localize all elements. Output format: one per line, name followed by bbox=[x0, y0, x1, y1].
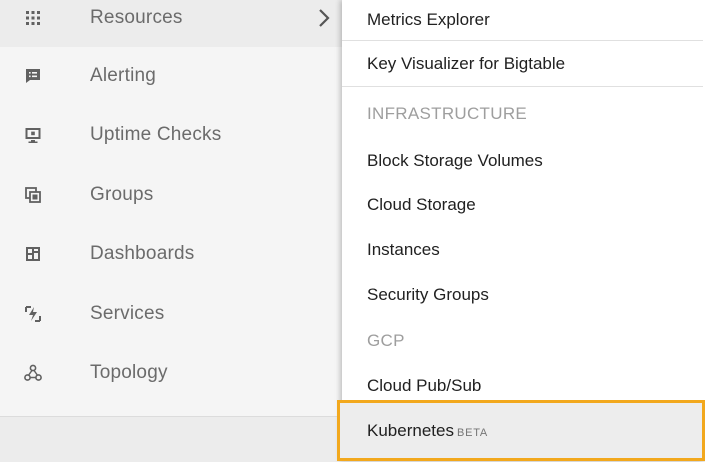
sidebar-item-services[interactable]: Services bbox=[0, 284, 345, 343]
menu-item-kubernetes[interactable]: Kubernetes BETA bbox=[337, 400, 705, 461]
menu-item-label: Cloud Storage bbox=[367, 195, 476, 214]
menu-heading-gcp: GCP bbox=[367, 331, 405, 350]
sidebar-item-dashboards[interactable]: Dashboards bbox=[0, 224, 345, 283]
menu-item-label: Key Visualizer for Bigtable bbox=[367, 53, 566, 73]
sidebar-footer bbox=[0, 416, 345, 462]
menu-item-instances[interactable]: Instances bbox=[342, 228, 703, 272]
beta-badge: BETA bbox=[456, 426, 489, 439]
menu-item-label: Security Groups bbox=[367, 285, 489, 304]
monitor-icon bbox=[23, 125, 43, 145]
menu-item-security-groups[interactable]: Security Groups bbox=[342, 273, 703, 317]
menu-item-label: Cloud Pub/Sub bbox=[367, 376, 482, 395]
alert-message-icon bbox=[23, 66, 43, 86]
sidebar-item-resources[interactable]: Resources bbox=[0, 0, 345, 47]
menu-divider bbox=[342, 86, 703, 87]
sidebar-item-label: Groups bbox=[90, 183, 154, 205]
sidebar-item-label: Alerting bbox=[90, 64, 157, 86]
sidebar-item-alerting[interactable]: Alerting bbox=[0, 46, 345, 105]
menu-item-label: Kubernetes bbox=[367, 420, 454, 440]
sidebar-item-groups[interactable]: Groups bbox=[0, 165, 345, 224]
sidebar-item-label: Dashboards bbox=[90, 242, 195, 264]
sidebar-item-label: Resources bbox=[90, 6, 183, 28]
sidebar-item-label: Topology bbox=[90, 361, 168, 383]
sidebar-item-label: Uptime Checks bbox=[90, 123, 222, 145]
services-icon bbox=[23, 304, 43, 324]
menu-item-key-visualizer[interactable]: Key Visualizer for Bigtable bbox=[342, 41, 703, 86]
chevron-right-icon bbox=[314, 7, 334, 29]
menu-heading-infrastructure: INFRASTRUCTURE bbox=[367, 104, 528, 123]
menu-item-label: Block Storage Volumes bbox=[367, 151, 543, 170]
sidebar-item-uptime-checks[interactable]: Uptime Checks bbox=[0, 105, 345, 164]
dashboard-icon bbox=[23, 244, 43, 264]
menu-item-cloud-storage[interactable]: Cloud Storage bbox=[342, 183, 703, 227]
topology-icon bbox=[23, 363, 43, 383]
menu-item-label: Metrics Explorer bbox=[367, 10, 490, 29]
menu-item-label: Instances bbox=[367, 240, 440, 259]
menu-item-metrics-explorer[interactable]: Metrics Explorer bbox=[342, 0, 703, 40]
apps-grid-icon bbox=[23, 8, 43, 28]
sidebar-item-label: Services bbox=[90, 302, 165, 324]
groups-icon bbox=[23, 185, 43, 205]
menu-item-block-storage-volumes[interactable]: Block Storage Volumes bbox=[342, 139, 703, 183]
sidebar-item-topology[interactable]: Topology bbox=[0, 343, 345, 402]
resources-flyout-menu: Metrics Explorer Key Visualizer for Bigt… bbox=[337, 0, 705, 461]
monitoring-sidebar: Resources Alerting Uptime Checks Groups … bbox=[0, 0, 345, 462]
